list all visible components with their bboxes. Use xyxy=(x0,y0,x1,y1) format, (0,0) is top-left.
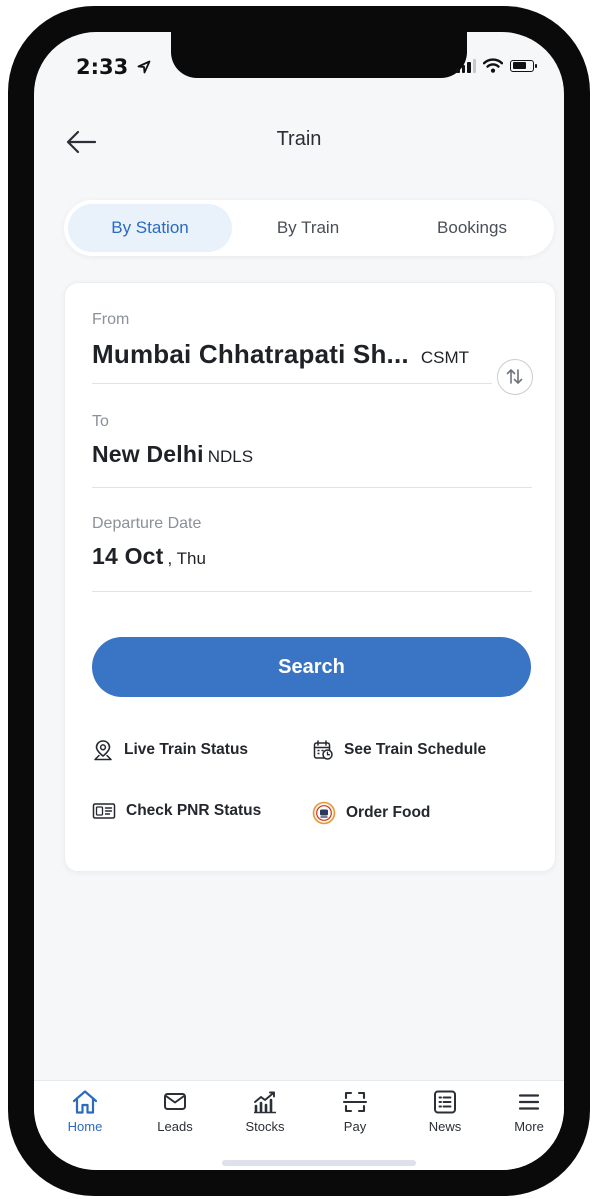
see-train-schedule-link[interactable]: See Train Schedule xyxy=(312,739,486,761)
nav-pay[interactable]: Pay xyxy=(320,1089,390,1134)
mail-icon xyxy=(164,1093,186,1110)
app-header: Train xyxy=(34,124,564,164)
departure-day: , Thu xyxy=(167,549,206,568)
news-list-icon xyxy=(434,1090,456,1114)
order-food-label: Order Food xyxy=(346,804,431,821)
check-pnr-status-label: Check PNR Status xyxy=(126,802,262,819)
page-title: Train xyxy=(276,128,322,150)
phone-frame: 2:33 Train By Station By Train Bookings … xyxy=(8,6,590,1196)
live-train-status-label: Live Train Status xyxy=(124,741,249,758)
map-pin-icon xyxy=(94,740,112,761)
nav-more[interactable]: More xyxy=(494,1089,564,1134)
departure-date-value[interactable]: 14 Oct, Thu xyxy=(92,543,532,570)
home-icon xyxy=(72,1090,98,1114)
from-station-name: Mumbai Chhatrapati Sh... xyxy=(92,339,409,369)
from-value[interactable]: Mumbai Chhatrapati Sh... CSMT xyxy=(92,339,532,370)
to-divider xyxy=(92,487,532,488)
status-time: 2:33 xyxy=(76,55,151,79)
nav-leads-label: Leads xyxy=(157,1119,193,1134)
departure-divider xyxy=(92,591,532,592)
food-plate-icon xyxy=(312,801,336,825)
order-food-link[interactable]: Order Food xyxy=(312,801,430,825)
from-field[interactable]: From Mumbai Chhatrapati Sh... CSMT xyxy=(92,311,532,370)
menu-icon xyxy=(518,1094,540,1110)
wifi-icon xyxy=(483,58,503,73)
departure-date-field[interactable]: Departure Date 14 Oct, Thu xyxy=(92,515,532,570)
nav-home[interactable]: Home xyxy=(50,1089,120,1134)
stocks-chart-icon xyxy=(254,1091,276,1114)
live-train-status-link[interactable]: Live Train Status xyxy=(92,739,248,761)
battery-level xyxy=(512,62,526,69)
home-indicator[interactable] xyxy=(222,1160,416,1166)
to-station-name: New Delhi xyxy=(92,441,204,467)
search-mode-tabs: By Station By Train Bookings xyxy=(64,200,554,256)
from-divider xyxy=(92,383,492,384)
to-station-code: NDLS xyxy=(207,447,254,466)
departure-date-label: Departure Date xyxy=(92,515,202,532)
nav-stocks-label: Stocks xyxy=(245,1119,285,1134)
nav-news-label: News xyxy=(428,1119,462,1134)
to-value[interactable]: New Delhi NDLS xyxy=(92,441,532,468)
to-label: To xyxy=(92,413,109,430)
app-screen: 2:33 Train By Station By Train Bookings … xyxy=(34,32,564,1170)
from-station-code: CSMT xyxy=(420,348,469,367)
nav-home-label: Home xyxy=(67,1119,103,1134)
search-button[interactable]: Search xyxy=(92,637,531,697)
tab-bookings[interactable]: Bookings xyxy=(404,204,540,252)
cellular-signal-icon xyxy=(456,58,476,73)
location-arrow-icon xyxy=(131,59,151,78)
status-icons xyxy=(456,58,537,73)
id-card-icon xyxy=(92,803,116,819)
train-search-card: From Mumbai Chhatrapati Sh... CSMT To New… xyxy=(64,282,556,872)
to-field[interactable]: To New Delhi NDLS xyxy=(92,413,532,468)
nav-pay-label: Pay xyxy=(343,1119,367,1134)
tab-by-station[interactable]: By Station xyxy=(68,204,232,252)
battery-icon xyxy=(510,59,537,72)
device-notch xyxy=(171,32,467,78)
calendar-clock-icon xyxy=(313,740,333,760)
status-time-text: 2:33 xyxy=(76,55,129,79)
tab-by-train[interactable]: By Train xyxy=(240,204,376,252)
swap-vertical-icon xyxy=(506,369,523,384)
nav-more-label: More xyxy=(514,1119,544,1134)
check-pnr-status-link[interactable]: Check PNR Status xyxy=(92,801,261,821)
departure-date: 14 Oct xyxy=(92,543,164,569)
scan-icon xyxy=(342,1091,368,1113)
see-train-schedule-label: See Train Schedule xyxy=(344,741,487,758)
bottom-navigation: Home Leads Stocks Pay News More xyxy=(34,1080,564,1170)
nav-news[interactable]: News xyxy=(410,1089,480,1134)
swap-stations-button[interactable] xyxy=(497,359,533,395)
from-label: From xyxy=(92,311,130,328)
nav-leads[interactable]: Leads xyxy=(140,1089,210,1134)
nav-stocks[interactable]: Stocks xyxy=(230,1089,300,1134)
